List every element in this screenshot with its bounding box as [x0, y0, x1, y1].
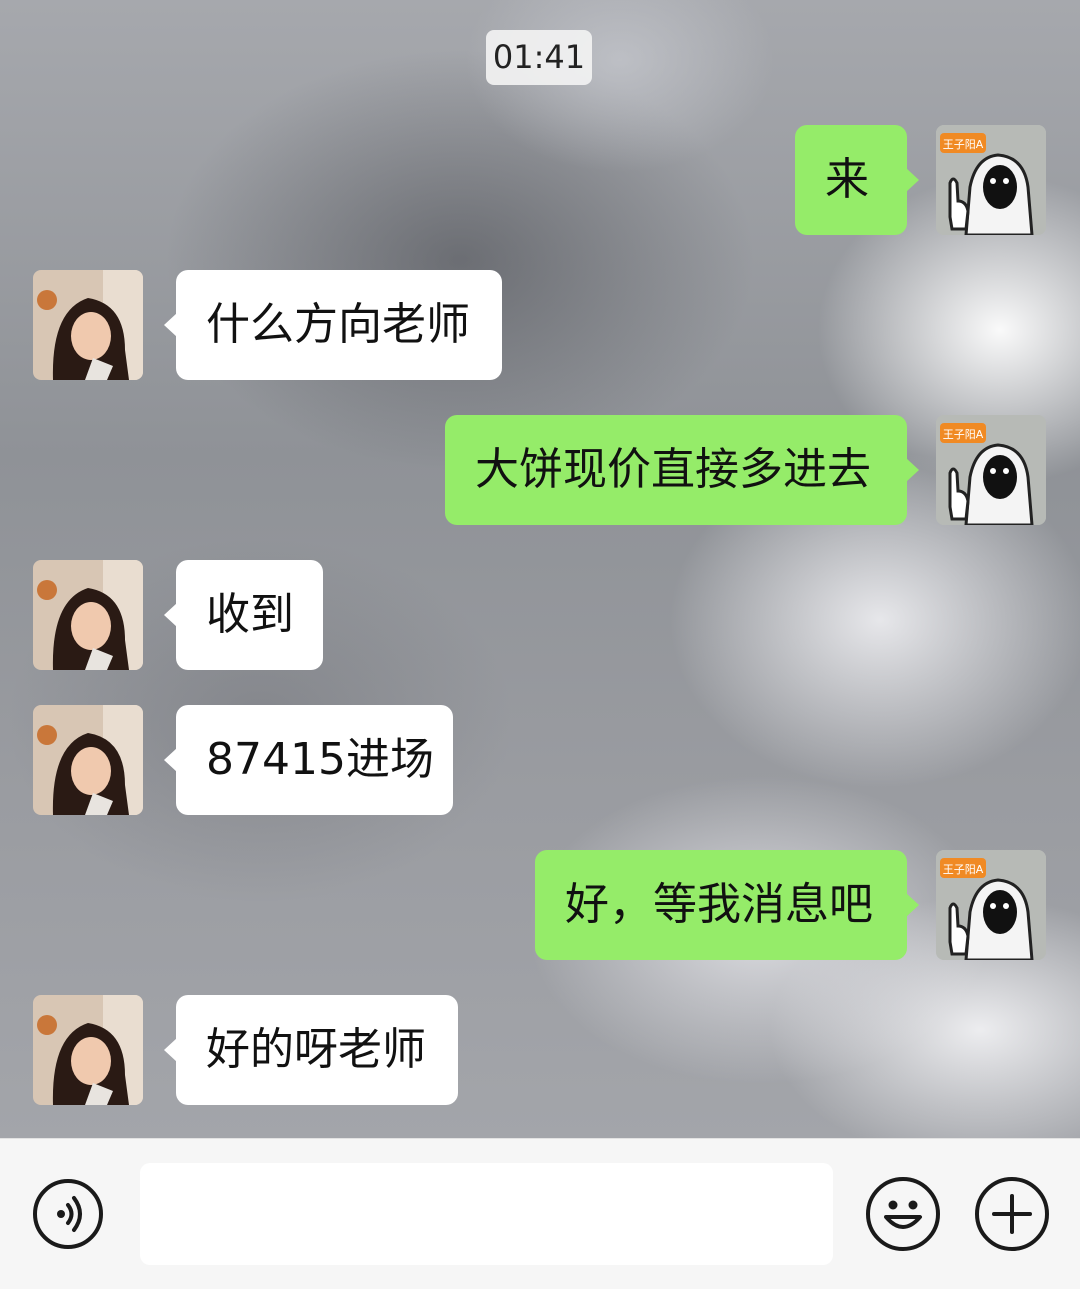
- message-bubble-sent[interactable]: 好，等我消息吧: [535, 850, 919, 960]
- voice-button[interactable]: [33, 1179, 103, 1249]
- contact-avatar[interactable]: [33, 995, 143, 1105]
- timestamp-badge: 01:41: [486, 30, 592, 85]
- voice-icon: [57, 1196, 82, 1232]
- message-bubble-received[interactable]: 好的呀老师: [164, 995, 458, 1105]
- message-bubble-received[interactable]: 87415进场: [164, 705, 453, 815]
- hooded-figure-avatar-icon: 王子阳A: [936, 415, 1046, 525]
- contact-avatar[interactable]: [33, 705, 143, 815]
- emoji-icon: [884, 1200, 922, 1229]
- my-avatar[interactable]: 王子阳A: [936, 415, 1046, 525]
- message-bubble-sent[interactable]: 来: [795, 125, 919, 235]
- contact-avatar[interactable]: [33, 270, 143, 380]
- hooded-figure-avatar-icon: 王子阳A: [936, 850, 1046, 960]
- girl-photo-avatar-icon: [33, 705, 143, 815]
- message-bubble-received[interactable]: 收到: [164, 560, 323, 670]
- hooded-figure-avatar-icon: 王子阳A: [936, 125, 1046, 235]
- message-input[interactable]: [140, 1163, 833, 1265]
- message-bubble-received[interactable]: 什么方向老师: [164, 270, 502, 380]
- my-avatar[interactable]: 王子阳A: [936, 125, 1046, 235]
- svg-text:王子阳A: 王子阳A: [943, 138, 984, 151]
- message-bubble-sent[interactable]: 大饼现价直接多进去: [445, 415, 919, 525]
- svg-text:王子阳A: 王子阳A: [943, 863, 984, 876]
- emoji-button[interactable]: [866, 1177, 940, 1251]
- contact-avatar[interactable]: [33, 560, 143, 670]
- my-avatar[interactable]: 王子阳A: [936, 850, 1046, 960]
- girl-photo-avatar-icon: [33, 995, 143, 1105]
- svg-text:王子阳A: 王子阳A: [943, 428, 984, 441]
- plus-icon: [992, 1194, 1032, 1234]
- girl-photo-avatar-icon: [33, 560, 143, 670]
- chat-input-bar: [0, 1138, 1080, 1289]
- plus-button[interactable]: [975, 1177, 1049, 1251]
- girl-photo-avatar-icon: [33, 270, 143, 380]
